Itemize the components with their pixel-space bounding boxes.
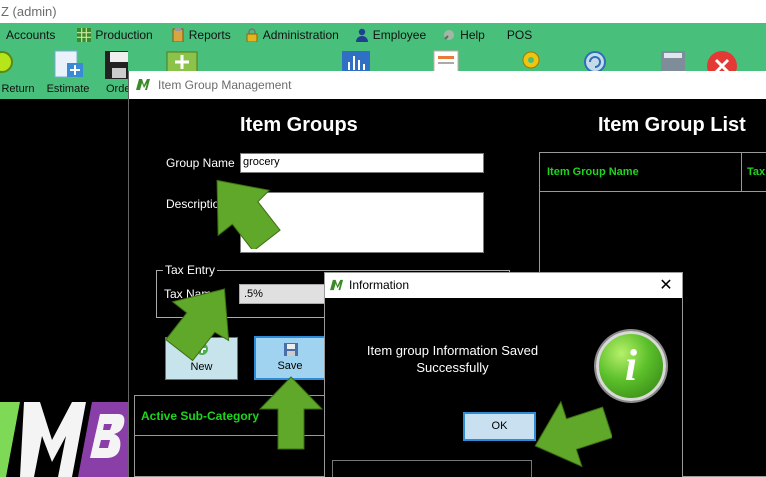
return-circle-icon: [0, 51, 13, 73]
company-logo: [0, 402, 128, 477]
tax-entry-legend: Tax Entry: [163, 263, 218, 277]
ok-button[interactable]: OK: [463, 412, 536, 441]
item-group-window-titlebar: Item Group Management: [129, 71, 766, 99]
toolbar-estimate-button[interactable]: Estimate: [44, 46, 92, 99]
annotation-arrow-group-name: [216, 179, 281, 249]
toolbar-order-label: Orde: [106, 83, 128, 95]
invoice-icon: [433, 50, 459, 72]
refresh-icon: [584, 51, 606, 72]
menu-label: Accounts: [6, 27, 56, 42]
menu-label: POS: [506, 27, 533, 42]
app-logo-icon: [136, 79, 150, 90]
info-icon: i: [596, 331, 666, 401]
app-title: Z (admin): [1, 4, 57, 19]
annotation-arrow-tax-name: [165, 288, 230, 362]
save-disk-icon: [105, 51, 128, 79]
exit-icon: [707, 51, 737, 72]
key-icon: [522, 51, 540, 69]
menu-label: Reports: [188, 27, 231, 42]
list-header-row: Item Group Name Tax: [540, 153, 766, 192]
column-header-item-group-name[interactable]: Item Group Name: [547, 153, 639, 192]
toolbar-return-button[interactable]: Return: [0, 46, 36, 99]
menu-accounts[interactable]: Accounts: [6, 23, 63, 46]
menu-bar: Accounts Production Reports Administrati…: [0, 23, 766, 46]
help-icon: [444, 29, 455, 40]
menu-reports[interactable]: Reports: [171, 23, 239, 46]
new-button-label: New: [190, 361, 213, 373]
chart-icon: [342, 51, 370, 72]
person-icon: [355, 28, 368, 42]
information-dialog: Information ✕ Item group Information Sav…: [324, 272, 683, 477]
menu-label: Production: [95, 27, 153, 42]
item-group-list-heading: Item Group List: [598, 114, 746, 136]
column-separator: [741, 153, 742, 192]
toolbar-order-button[interactable]: Orde: [104, 46, 128, 99]
dialog-background-grid: [332, 460, 532, 477]
toolbar-estimate-label: Estimate: [46, 83, 90, 95]
column-header-tax[interactable]: Tax: [747, 153, 765, 192]
save-disk-icon: [284, 343, 298, 356]
app-logo-icon: [330, 279, 344, 291]
save-button[interactable]: Save: [254, 336, 326, 380]
padlock-icon: [246, 27, 258, 42]
menu-employee[interactable]: Employee: [355, 23, 434, 46]
dialog-message: Item group Information Saved Successfull…: [366, 343, 539, 375]
close-icon[interactable]: ✕: [658, 273, 674, 298]
item-group-window-title: Item Group Management: [158, 78, 292, 92]
reports-clipboard-icon: [172, 27, 184, 42]
item-groups-heading: Item Groups: [240, 114, 358, 136]
app-title-bar: Z (admin): [0, 0, 766, 23]
menu-label: Help: [460, 27, 485, 42]
menu-label: Administration: [262, 27, 339, 42]
menu-production[interactable]: Production: [77, 23, 160, 46]
add-icon: [166, 51, 198, 72]
toolbar-return-label: Return: [1, 83, 35, 95]
menu-help[interactable]: Help: [442, 23, 493, 46]
menu-label: Employee: [372, 27, 427, 42]
annotation-arrow-ok: [534, 400, 612, 468]
menu-pos[interactable]: POS: [507, 23, 540, 46]
estimate-document-icon: [54, 50, 83, 78]
annotation-arrow-save: [258, 376, 324, 450]
dialog-title: Information: [349, 278, 410, 292]
calculator-icon: [661, 51, 685, 72]
production-grid-icon: [77, 27, 92, 42]
tax-name-select[interactable]: .5%: [239, 284, 329, 304]
save-button-label: Save: [277, 360, 303, 372]
menu-administration[interactable]: Administration: [245, 23, 347, 46]
dialog-titlebar: Information ✕: [325, 273, 682, 298]
